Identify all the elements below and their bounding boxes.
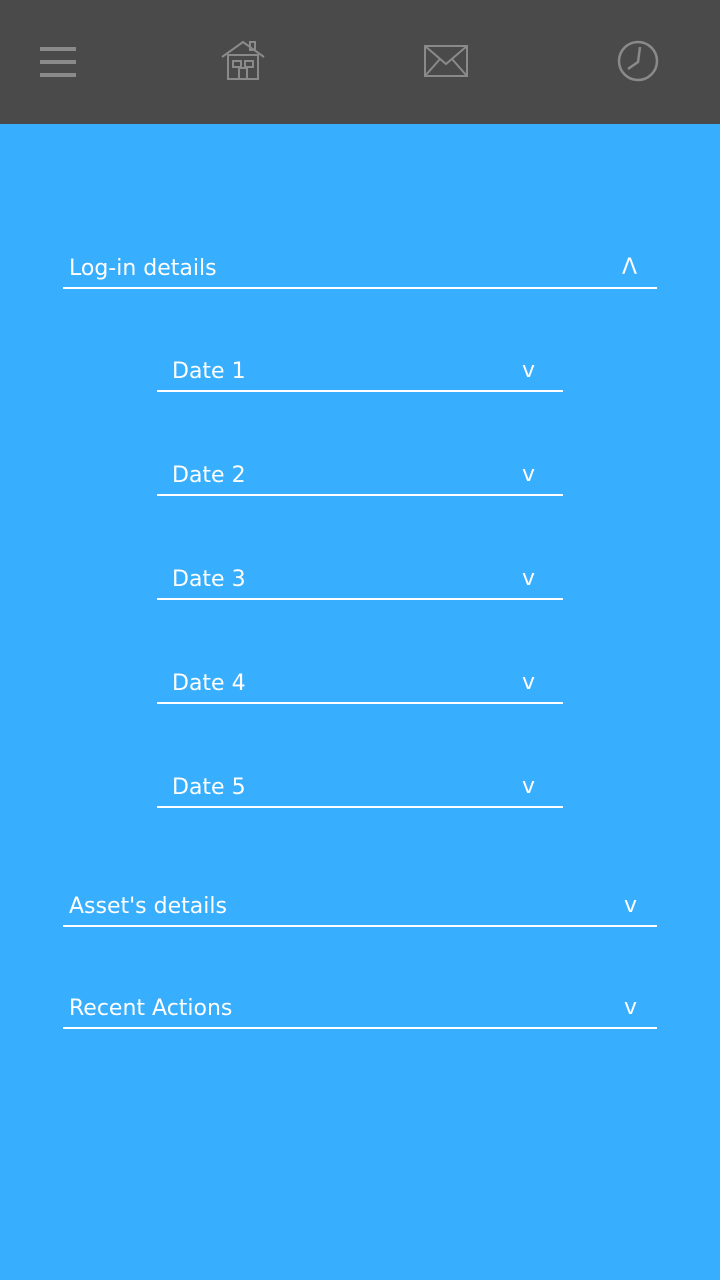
section-assets-details[interactable]: Asset's details v — [63, 881, 657, 927]
chevron-down-icon[interactable]: v — [522, 462, 535, 488]
chevron-down-icon[interactable]: v — [522, 566, 535, 592]
menu-icon[interactable] — [38, 44, 78, 80]
clock-icon[interactable] — [616, 39, 660, 83]
date-label: Date 4 — [172, 671, 246, 696]
section-login-details[interactable]: Log-in details Λ — [63, 243, 657, 289]
date-item-2[interactable]: Date 2 v — [157, 450, 563, 496]
date-item-1[interactable]: Date 1 v — [157, 346, 563, 392]
date-item-3[interactable]: Date 3 v — [157, 554, 563, 600]
chevron-down-icon[interactable]: v — [624, 893, 637, 919]
section-label: Recent Actions — [69, 996, 233, 1021]
top-app-bar — [0, 0, 720, 124]
section-label: Log-in details — [69, 256, 217, 281]
section-label: Asset's details — [69, 894, 227, 919]
chevron-up-icon[interactable]: Λ — [622, 255, 637, 281]
chevron-down-icon[interactable]: v — [522, 358, 535, 384]
date-label: Date 5 — [172, 775, 246, 800]
section-recent-actions[interactable]: Recent Actions v — [63, 983, 657, 1029]
chevron-down-icon[interactable]: v — [522, 670, 535, 696]
date-label: Date 1 — [172, 359, 246, 384]
chevron-down-icon[interactable]: v — [624, 995, 637, 1021]
chevron-down-icon[interactable]: v — [522, 774, 535, 800]
mail-icon[interactable] — [423, 44, 469, 78]
date-item-5[interactable]: Date 5 v — [157, 762, 563, 808]
date-label: Date 2 — [172, 463, 246, 488]
date-item-4[interactable]: Date 4 v — [157, 658, 563, 704]
home-icon[interactable] — [220, 39, 266, 83]
date-label: Date 3 — [172, 567, 246, 592]
